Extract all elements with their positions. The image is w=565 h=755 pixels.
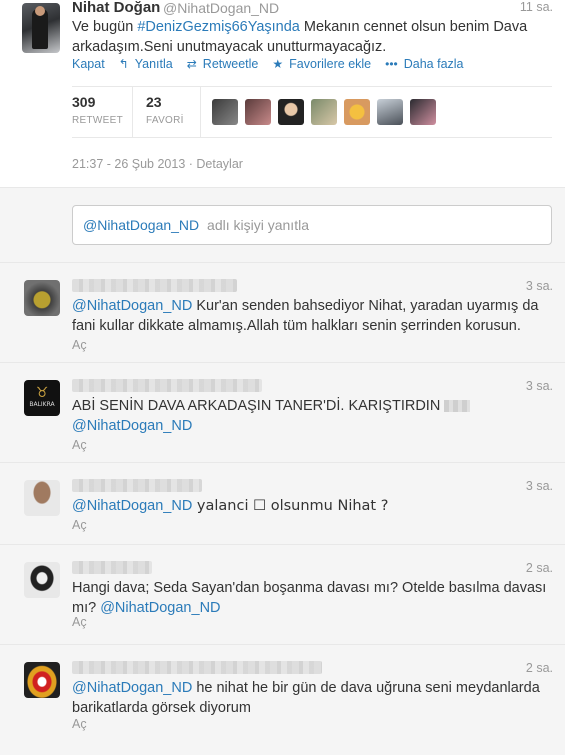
expand-link[interactable]: Aç xyxy=(72,338,87,352)
more-label: Daha fazla xyxy=(403,57,464,71)
favoriters-avatars xyxy=(212,99,443,125)
tweet-text-part: Ve bugün xyxy=(72,19,138,35)
hashtag-link[interactable]: #DenizGezmiş66Yaşında xyxy=(137,19,300,35)
retweet-count-label: RETWEET xyxy=(72,115,123,126)
favorite-stat[interactable]: 23 FAVORİ xyxy=(146,94,184,126)
redacted-username xyxy=(72,379,262,392)
tweet-text: Ve bugün #DenizGezmiş66Yaşında Mekanın c… xyxy=(72,17,542,57)
expand-link[interactable]: Aç xyxy=(72,717,87,731)
favoriter-avatar[interactable] xyxy=(212,99,238,125)
reply-input[interactable]: @NihatDogan_ND adlı kişiyi yanıtla xyxy=(72,205,552,245)
details-link[interactable]: Detaylar xyxy=(196,157,243,171)
more-button[interactable]: ••• Daha fazla xyxy=(385,57,463,71)
reply-text-part: ABİ SENİN DAVA ARKADAŞIN TANER'Dİ. KARIŞ… xyxy=(72,398,445,414)
stat-divider xyxy=(200,87,201,138)
author-handle[interactable]: @NihatDogan_ND xyxy=(163,0,279,16)
reply-button[interactable]: ↰ Yanıtla xyxy=(119,57,173,71)
reply-time[interactable]: 3 sa. xyxy=(526,479,553,493)
expand-link[interactable]: Aç xyxy=(72,518,87,532)
reply-arrow-icon: ↰ xyxy=(118,57,129,71)
mention-link[interactable]: @NihatDogan_ND xyxy=(72,680,192,696)
tweet-meta: 21:37 - 26 Şub 2013 · Detaylar xyxy=(72,157,243,171)
favoriter-avatar[interactable] xyxy=(278,99,304,125)
favoriter-avatar[interactable] xyxy=(311,99,337,125)
favorite-count-label: FAVORİ xyxy=(146,115,184,126)
avatar-logo-text: BALIKRA xyxy=(29,401,55,408)
favoriter-avatar[interactable] xyxy=(245,99,271,125)
meta-separator: · xyxy=(185,157,197,171)
favorite-label: Favorilere ekle xyxy=(289,57,372,71)
redacted-username xyxy=(72,279,237,292)
main-tweet: Nihat Doğan @NihatDogan_ND 11 sa. Ve bug… xyxy=(0,0,565,188)
reply-tweet[interactable]: 2 sa. Hangi dava; Seda Sayan'dan boşanma… xyxy=(0,545,565,645)
expand-link[interactable]: Aç xyxy=(72,438,87,452)
reply-tweet[interactable]: 3 sa. @NihatDogan_ND yalanci ☐ olsunmu N… xyxy=(0,463,565,545)
redacted-username xyxy=(72,661,322,674)
reply-tweet[interactable]: ♉ BALIKRA 3 sa. ABİ SENİN DAVA ARKADAŞIN… xyxy=(0,363,565,463)
stat-divider xyxy=(132,87,133,138)
expand-link[interactable]: Aç xyxy=(72,615,87,629)
redacted-username xyxy=(72,479,202,492)
reply-tweet[interactable]: 3 sa. @NihatDogan_ND Kur'an senden bahse… xyxy=(0,263,565,363)
close-label: Kapat xyxy=(72,57,105,71)
reply-avatar[interactable] xyxy=(24,480,60,516)
redacted-text xyxy=(444,400,471,413)
reply-tweet[interactable]: 2 sa. @NihatDogan_ND he nihat he bir gün… xyxy=(0,645,565,755)
more-dots-icon: ••• xyxy=(385,57,398,71)
mention-link[interactable]: @NihatDogan_ND xyxy=(72,418,192,434)
reply-time[interactable]: 3 sa. xyxy=(526,279,553,293)
favoriter-avatar[interactable] xyxy=(344,99,370,125)
reply-text: Hangi dava; Seda Sayan'dan boşanma davas… xyxy=(72,578,554,618)
retweet-label: Retweetle xyxy=(202,57,259,71)
favorite-count: 23 xyxy=(146,94,162,110)
reply-text: ABİ SENİN DAVA ARKADAŞIN TANER'Dİ. KARIŞ… xyxy=(72,396,554,436)
author-name[interactable]: Nihat Doğan xyxy=(72,0,160,16)
mention-link[interactable]: @NihatDogan_ND xyxy=(72,498,192,514)
retweet-count: 309 xyxy=(72,94,96,110)
favoriter-avatar[interactable] xyxy=(410,99,436,125)
retweet-icon: ⇄ xyxy=(186,57,197,71)
reply-text: @NihatDogan_ND he nihat he bir gün de da… xyxy=(72,678,554,718)
tweet-time[interactable]: 11 sa. xyxy=(520,0,553,14)
reply-input-placeholder: adlı kişiyi yanıtla xyxy=(207,217,309,233)
retweet-stat[interactable]: 309 RETWEET xyxy=(72,94,123,126)
tweet-stats: 309 RETWEET 23 FAVORİ xyxy=(72,86,552,138)
reply-avatar[interactable]: ♉ BALIKRA xyxy=(24,380,60,416)
favoriter-avatar[interactable] xyxy=(377,99,403,125)
reply-time[interactable]: 3 sa. xyxy=(526,379,553,393)
close-button[interactable]: Kapat xyxy=(72,57,105,71)
star-icon: ★ xyxy=(272,57,284,71)
redacted-username xyxy=(72,561,152,574)
reply-text: @NihatDogan_ND Kur'an senden bahsediyor … xyxy=(72,296,554,336)
mention-link[interactable]: @NihatDogan_ND xyxy=(72,298,192,314)
tweet-timestamp[interactable]: 21:37 - 26 Şub 2013 xyxy=(72,157,185,171)
reply-time[interactable]: 2 sa. xyxy=(526,661,553,675)
tweet-actions: Kapat ↰ Yanıtla ⇄ Retweetle ★ Favorilere ek… xyxy=(72,57,478,71)
retweet-button[interactable]: ⇄ Retweetle xyxy=(187,57,259,71)
reply-time[interactable]: 2 sa. xyxy=(526,561,553,575)
reply-avatar[interactable] xyxy=(24,662,60,698)
reply-area: @NihatDogan_ND adlı kişiyi yanıtla xyxy=(0,188,565,263)
author-avatar[interactable] xyxy=(22,3,60,53)
reply-avatar[interactable] xyxy=(24,280,60,316)
reply-input-mention: @NihatDogan_ND xyxy=(83,217,200,233)
favorite-button[interactable]: ★ Favorilere ekle xyxy=(272,57,371,71)
mention-link[interactable]: @NihatDogan_ND xyxy=(100,600,220,616)
reply-text: @NihatDogan_ND yalanci ☐ olsunmu Nihat ? xyxy=(72,496,554,516)
bull-icon: ♉ xyxy=(35,384,49,400)
reply-label: Yanıtla xyxy=(134,57,173,71)
reply-text-part: yalanci ☐ olsunmu Nihat ? xyxy=(192,498,389,514)
reply-avatar[interactable] xyxy=(24,562,60,598)
